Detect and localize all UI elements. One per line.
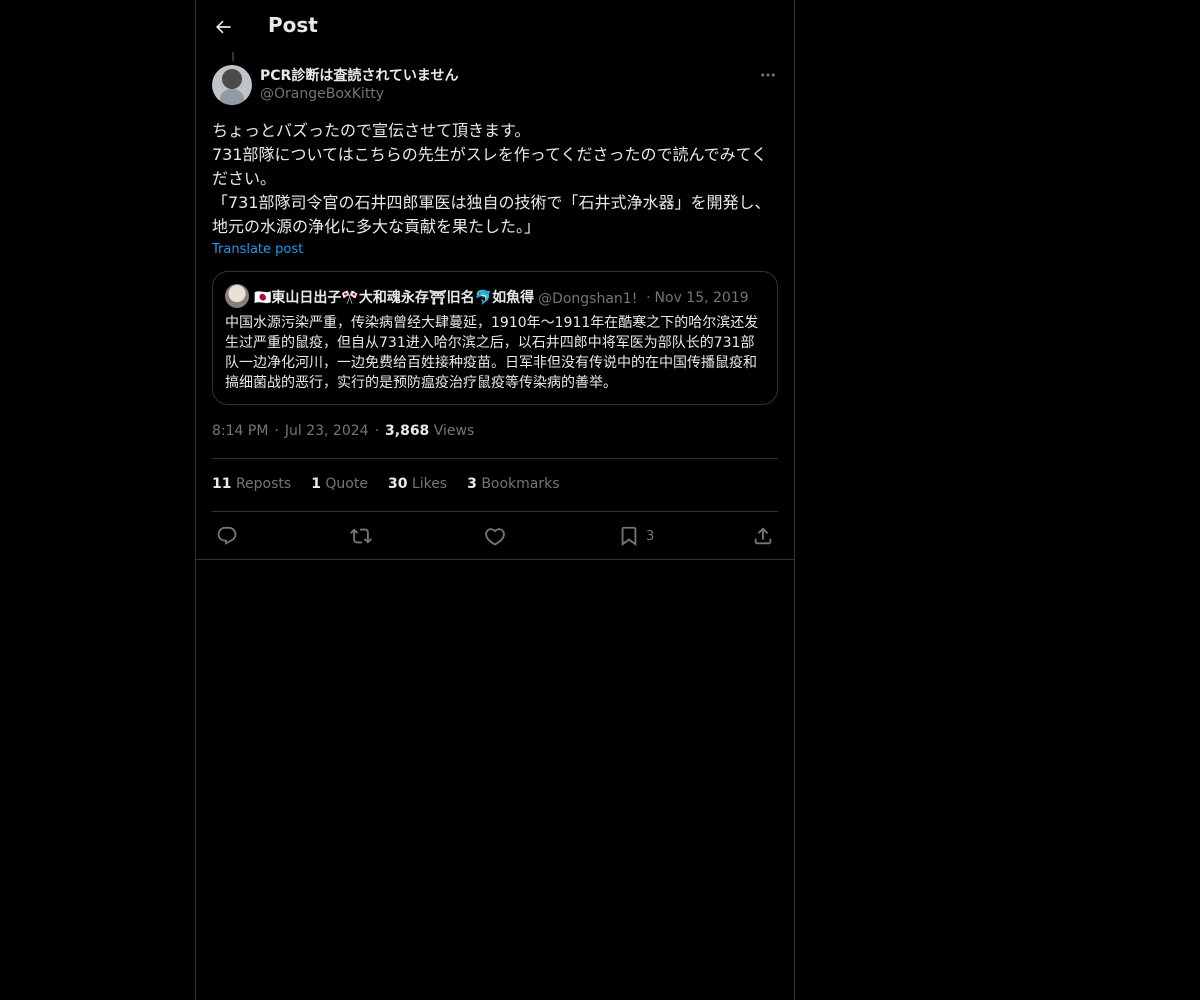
thread-connector-line bbox=[232, 52, 234, 61]
post-time[interactable]: 8:14 PM bbox=[212, 423, 268, 439]
page-header: Post bbox=[196, 0, 794, 53]
bookmarks-label: Bookmarks bbox=[481, 476, 560, 492]
quotes-label: Quote bbox=[325, 476, 368, 492]
bookmarks-stat[interactable]: 3 Bookmarks bbox=[467, 476, 559, 492]
separator-dot: · bbox=[274, 423, 279, 439]
quote-author-handle: @Dongshan1! bbox=[538, 291, 638, 307]
more-horizontal-icon bbox=[761, 73, 775, 77]
divider bbox=[212, 458, 778, 459]
quote-text: 中国水源污染严重，传染病曾经大肆蔓延，1910年〜1911年在酷寒之下的哈尔滨还… bbox=[225, 315, 759, 391]
quotes-count: 1 bbox=[311, 476, 321, 492]
reposts-label: Reposts bbox=[235, 476, 292, 492]
divider bbox=[212, 511, 778, 512]
quotes-stat[interactable]: 1 Quote bbox=[311, 476, 368, 492]
separator-dot: · bbox=[646, 290, 651, 306]
author-handle[interactable]: @OrangeBoxKitty bbox=[260, 86, 384, 102]
quote-author-name: 🇯🇵東山日出子🎌大和魂永存⛩旧名🐬如魚得 bbox=[254, 290, 535, 306]
quote-date: Nov 15, 2019 bbox=[654, 290, 749, 306]
translate-post-link[interactable]: Translate post bbox=[212, 242, 303, 257]
post-date[interactable]: Jul 23, 2024 bbox=[285, 423, 369, 439]
views-label: Views bbox=[433, 423, 475, 439]
bookmarks-count: 3 bbox=[467, 476, 477, 492]
post-text: ちょっとバズったので宣伝させて頂きます。 731部隊についてはこちらの先生がスレ… bbox=[212, 121, 771, 236]
quote-avatar bbox=[225, 284, 249, 308]
page-title: Post bbox=[268, 13, 318, 37]
main-column: Post PCR診断は査読されていません @OrangeBoxKitty ちょっ… bbox=[195, 0, 795, 1000]
separator-dot: · bbox=[374, 423, 380, 439]
reposts-count: 11 bbox=[212, 476, 232, 492]
more-options-button[interactable] bbox=[756, 64, 780, 86]
author-name[interactable]: PCR診断は査読されていません bbox=[260, 65, 458, 85]
reply-button[interactable] bbox=[216, 522, 238, 550]
back-button[interactable] bbox=[210, 14, 236, 40]
reposts-stat[interactable]: 11 Reposts bbox=[212, 476, 291, 492]
arrow-left-icon bbox=[216, 20, 231, 34]
heart-icon bbox=[485, 528, 505, 546]
like-button[interactable] bbox=[484, 522, 506, 550]
likes-count: 30 bbox=[387, 476, 408, 492]
reply-icon bbox=[217, 526, 237, 545]
share-button[interactable] bbox=[752, 522, 774, 550]
quoted-post[interactable]: 🇯🇵東山日出子🎌大和魂永存⛩旧名🐬如魚得 @Dongshan1! · Nov 15, … bbox=[212, 271, 778, 405]
bookmark-count: 3 bbox=[646, 528, 655, 544]
post-metadata: 8:14 PM · Jul 23, 2024 · 3,868 Views bbox=[212, 423, 474, 439]
quote-header: 🇯🇵東山日出子🎌大和魂永存⛩旧名🐬如魚得 @Dongshan1! · Nov 15, … bbox=[254, 287, 769, 307]
post-bottom-border bbox=[196, 559, 794, 560]
views-count: 3,868 bbox=[385, 423, 430, 439]
bookmark-icon bbox=[621, 526, 637, 546]
repost-icon bbox=[350, 528, 372, 544]
engagement-stats: 11 Reposts 1 Quote 30 Likes 3 Bookmarks bbox=[212, 476, 580, 492]
repost-button[interactable] bbox=[350, 522, 372, 550]
bookmark-button[interactable]: 3 bbox=[618, 522, 654, 550]
likes-stat[interactable]: 30 Likes bbox=[388, 476, 447, 492]
share-icon bbox=[754, 527, 772, 545]
likes-label: Likes bbox=[411, 476, 448, 492]
avatar[interactable] bbox=[212, 65, 252, 105]
